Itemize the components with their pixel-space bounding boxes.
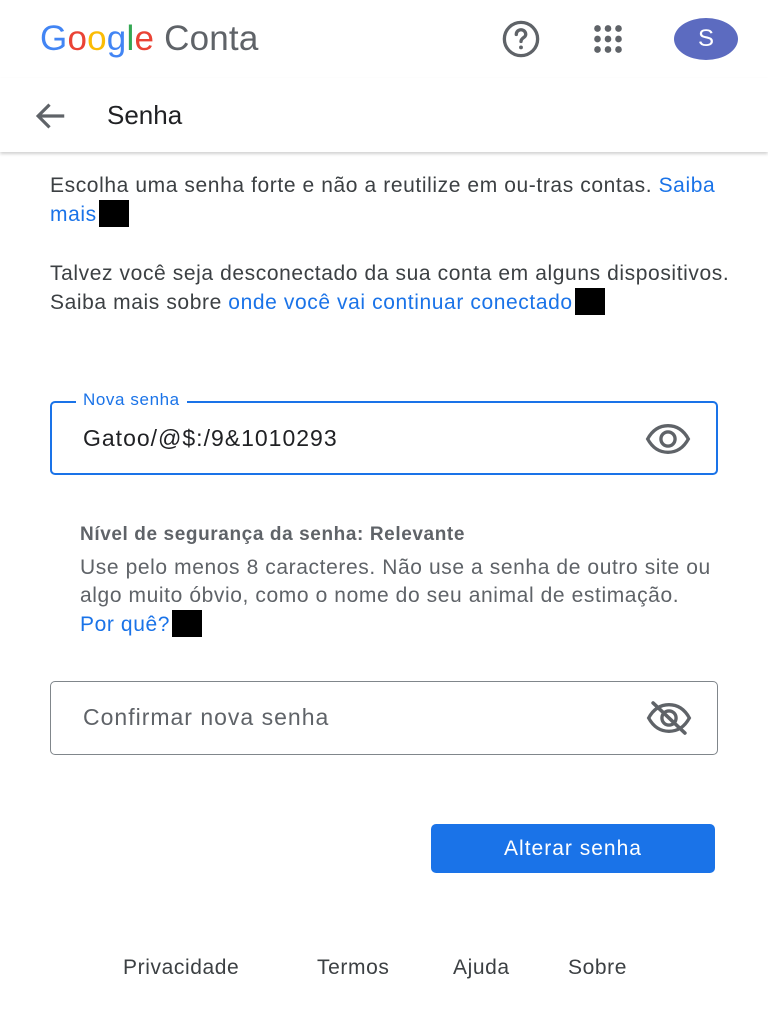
logo-letter: o bbox=[87, 19, 107, 58]
logo-letter: G bbox=[40, 19, 68, 58]
new-password-input[interactable]: Gatoo/@$:/9&1010293 bbox=[83, 423, 338, 453]
apps-grid-icon bbox=[594, 25, 622, 53]
signout-paragraph: Talvez você seja desconectado da sua con… bbox=[50, 260, 730, 317]
why-link[interactable]: Por quê? bbox=[80, 613, 170, 636]
strength-title: Nível de segurança da senha: Relevante bbox=[80, 524, 466, 545]
footer-help-link[interactable]: Ajuda bbox=[453, 955, 510, 981]
show-password-button[interactable] bbox=[644, 421, 692, 457]
apps-button[interactable] bbox=[587, 18, 629, 60]
intro-paragraph: Escolha uma senha forte e não a reutiliz… bbox=[50, 172, 730, 229]
logo-letter: g bbox=[106, 19, 127, 58]
help-button[interactable] bbox=[500, 18, 542, 60]
new-password-field[interactable]: Nova senha Gatoo/@$:/9&1010293 bbox=[50, 390, 718, 475]
redaction-box bbox=[574, 288, 605, 315]
logo-letter: e bbox=[134, 19, 155, 58]
change-password-button[interactable]: Alterar senha bbox=[431, 824, 715, 873]
confirm-password-input[interactable]: Confirmar nova senha bbox=[83, 702, 329, 732]
toggle-confirm-visibility-button[interactable] bbox=[645, 700, 693, 736]
arrow-back-icon bbox=[35, 103, 65, 129]
eye-off-icon bbox=[646, 701, 692, 735]
confirm-password-field[interactable]: Confirmar nova senha bbox=[50, 681, 718, 755]
page-header: Senha bbox=[0, 78, 768, 152]
help-circle-icon bbox=[502, 20, 540, 58]
strength-text: Use pelo menos 8 caracteres. Não use a s… bbox=[80, 554, 720, 639]
footer-about-link[interactable]: Sobre bbox=[568, 955, 627, 981]
redaction-box bbox=[172, 610, 203, 637]
footer-terms-link[interactable]: Termos bbox=[317, 955, 389, 981]
intro-text: Escolha uma senha forte e não a reutiliz… bbox=[50, 174, 659, 197]
logo-letter: o bbox=[67, 19, 88, 58]
google-account-logo[interactable]: Google Conta bbox=[40, 16, 259, 62]
eye-icon bbox=[645, 424, 691, 454]
redaction-box bbox=[98, 200, 129, 227]
top-app-bar: Google Conta S bbox=[0, 0, 768, 78]
stay-signed-in-link[interactable]: onde você vai continuar conectado bbox=[228, 291, 572, 314]
page-title: Senha bbox=[107, 100, 183, 130]
footer-privacy-link[interactable]: Privacidade bbox=[123, 955, 239, 981]
strength-description: Use pelo menos 8 caracteres. Não use a s… bbox=[80, 556, 711, 607]
avatar[interactable]: S bbox=[674, 18, 738, 60]
new-password-label: Nova senha bbox=[76, 390, 187, 410]
password-strength: Nível de segurança da senha: Relevante U… bbox=[80, 522, 720, 639]
back-button[interactable] bbox=[30, 98, 70, 134]
product-name: Conta bbox=[164, 19, 259, 58]
